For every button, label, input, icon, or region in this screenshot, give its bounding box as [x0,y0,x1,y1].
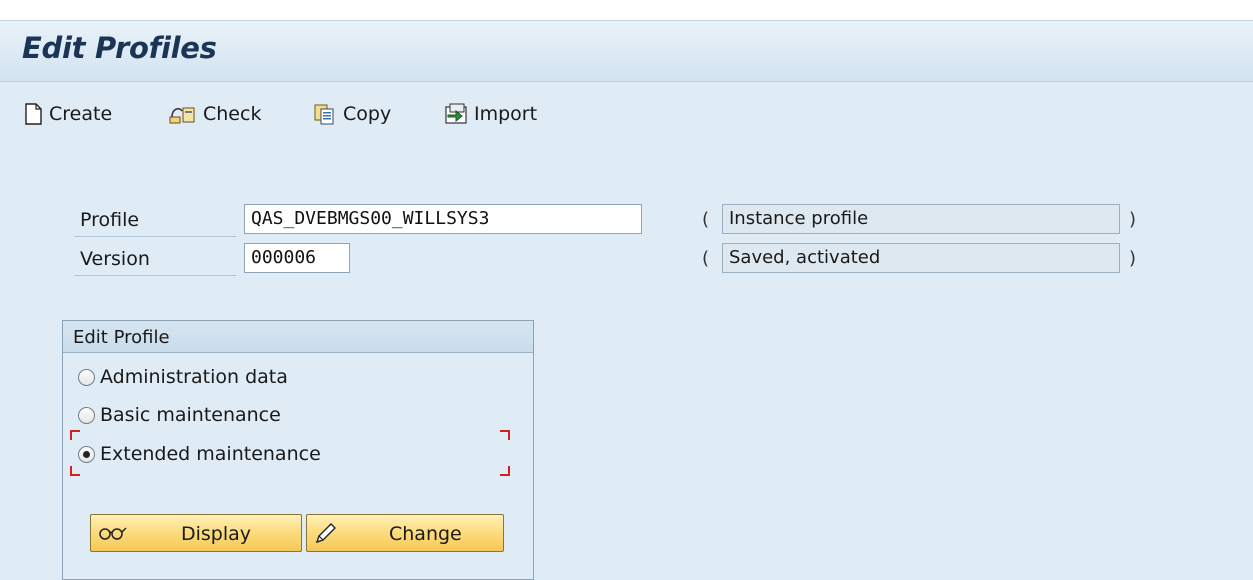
application-toolbar: Create Check Copy Import [0,82,1253,144]
radio-administration-data[interactable]: Administration data [78,366,288,388]
version-input[interactable]: 000006 [244,243,350,273]
import-icon [444,103,468,125]
version-status-open-paren: ( [702,248,710,269]
profile-type-field: Instance profile [722,204,1120,234]
check-label: Check [203,103,262,125]
focus-corner-top-left [70,430,80,440]
radio-extended-maintenance[interactable]: Extended maintenance [78,443,321,465]
profile-label: Profile [80,209,140,231]
glasses-icon [97,522,127,549]
edit-profile-group-title: Edit Profile [63,321,533,353]
focus-corner-bottom-right [500,466,510,476]
radio-extended-maintenance-label: Extended maintenance [100,443,321,465]
change-button[interactable]: Change [306,514,504,552]
import-button[interactable]: Import [444,101,537,127]
copy-icon [313,103,337,125]
copy-button[interactable]: Copy [313,101,391,127]
radio-unselected-icon [78,406,95,424]
profile-type-open-paren: ( [702,209,710,230]
change-button-label: Change [389,523,462,545]
display-button[interactable]: Display [90,514,302,552]
window-top-strip [0,0,1253,21]
profile-label-underline [74,236,236,237]
radio-selected-icon [78,445,95,463]
version-status-field: Saved, activated [722,243,1120,273]
radio-unselected-icon [78,368,95,386]
version-status-close-paren: ) [1129,248,1137,269]
focus-corner-top-right [500,430,510,440]
radio-basic-maintenance-label: Basic maintenance [100,404,281,426]
profile-type-close-paren: ) [1129,209,1137,230]
display-button-label: Display [181,523,252,545]
check-button[interactable]: Check [167,101,261,127]
copy-label: Copy [343,103,392,125]
pencil-icon [313,522,339,551]
document-icon [24,103,43,125]
version-label-underline [74,275,236,276]
create-label: Create [49,103,113,125]
profile-input[interactable]: QAS_DVEBMGS00_WILLSYS3 [244,204,642,234]
page-title: Edit Profiles [22,31,217,65]
radio-administration-data-label: Administration data [100,366,288,388]
radio-basic-maintenance[interactable]: Basic maintenance [78,404,281,426]
create-button[interactable]: Create [24,101,112,127]
version-label: Version [80,248,150,270]
focus-corner-bottom-left [70,466,80,476]
import-label: Import [474,103,538,125]
title-bar: Edit Profiles [0,21,1253,82]
check-icon [167,103,197,125]
